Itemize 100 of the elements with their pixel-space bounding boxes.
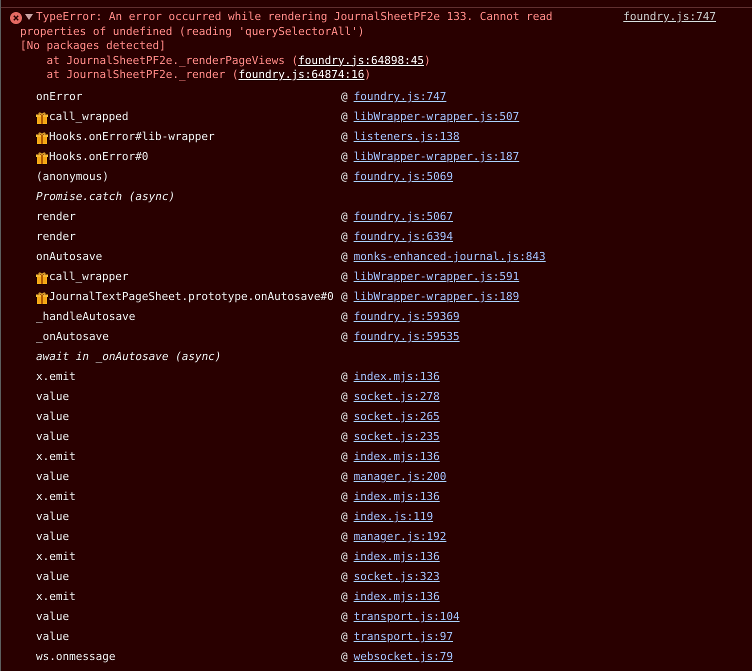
function-name: value bbox=[36, 409, 70, 426]
function-name: call_wrapper bbox=[49, 269, 128, 286]
source-link[interactable]: foundry.js:5067 bbox=[354, 209, 453, 226]
at-sign: @ bbox=[341, 509, 348, 526]
at-sign: @ bbox=[341, 129, 348, 146]
gift-icon bbox=[36, 152, 48, 164]
function-name: value bbox=[36, 629, 70, 646]
error-icon bbox=[10, 12, 22, 24]
error-message-line: properties of undefined (reading 'querySelectorAll') bbox=[20, 24, 366, 39]
function-name: value bbox=[36, 569, 70, 586]
stack-trace-text: ) bbox=[364, 68, 372, 82]
function-name: onError bbox=[36, 89, 82, 106]
source-link[interactable]: manager.js:200 bbox=[354, 469, 446, 486]
function-name: x.emit bbox=[36, 489, 76, 506]
gift-icon bbox=[36, 112, 48, 124]
function-name: _handleAutosave bbox=[36, 309, 136, 326]
at-sign: @ bbox=[341, 369, 348, 386]
source-link[interactable]: socket.js:323 bbox=[354, 569, 440, 586]
function-name: x.emit bbox=[36, 449, 76, 466]
source-link[interactable]: transport.js:104 bbox=[354, 609, 460, 626]
source-link[interactable]: index.mjs:136 bbox=[354, 489, 440, 506]
source-link[interactable]: listeners.js:138 bbox=[354, 129, 460, 146]
source-link[interactable]: libWrapper-wrapper.js:189 bbox=[354, 289, 520, 306]
at-sign: @ bbox=[341, 329, 348, 346]
source-link[interactable]: foundry.js:64874:16 bbox=[238, 68, 364, 82]
at-sign: @ bbox=[341, 409, 348, 426]
at-sign: @ bbox=[341, 289, 348, 306]
source-link[interactable]: foundry.js:747 bbox=[354, 89, 446, 106]
at-sign: @ bbox=[341, 629, 348, 646]
source-link[interactable]: manager.js:192 bbox=[354, 529, 446, 546]
function-name: call_wrapped bbox=[49, 109, 128, 126]
at-sign: @ bbox=[341, 529, 348, 546]
function-name: render bbox=[36, 229, 76, 246]
at-sign: @ bbox=[341, 89, 348, 106]
at-sign: @ bbox=[341, 449, 348, 466]
source-link[interactable]: foundry.js:64898:45 bbox=[298, 54, 424, 68]
source-link[interactable]: libWrapper-wrapper.js:507 bbox=[354, 109, 520, 126]
function-name: value bbox=[36, 469, 70, 486]
function-name: value bbox=[36, 609, 70, 626]
function-name: JournalTextPageSheet.prototype.onAutosave#0 bbox=[49, 289, 334, 306]
gift-icon bbox=[36, 292, 48, 304]
stack-trace-text: at JournalSheetPF2e._renderPageViews ( bbox=[45, 54, 298, 68]
source-link[interactable]: foundry.js:5069 bbox=[354, 169, 453, 186]
async-boundary-label: await in _onAutosave (async) bbox=[36, 349, 222, 366]
source-link[interactable]: foundry.js:6394 bbox=[354, 229, 453, 246]
at-sign: @ bbox=[341, 249, 348, 266]
at-sign: @ bbox=[341, 309, 348, 326]
source-link[interactable]: index.js:119 bbox=[354, 509, 434, 526]
function-name: render bbox=[36, 209, 76, 226]
at-sign: @ bbox=[341, 649, 348, 666]
source-link[interactable]: monks-enhanced-journal.js:843 bbox=[354, 249, 546, 266]
function-name: _onAutosave bbox=[36, 329, 109, 346]
at-sign: @ bbox=[341, 269, 348, 286]
error-message-line: TypeError: An error occurred while rendering JournalSheetPF2e 133. Cannot read bbox=[36, 10, 554, 24]
source-link[interactable]: socket.js:265 bbox=[354, 409, 440, 426]
stack-trace-text: at JournalSheetPF2e._render ( bbox=[45, 68, 239, 82]
source-link[interactable]: foundry.js:59369 bbox=[354, 309, 460, 326]
source-link[interactable]: libWrapper-wrapper.js:187 bbox=[354, 149, 520, 166]
at-sign: @ bbox=[341, 589, 348, 606]
function-name: Hooks.onError#0 bbox=[49, 149, 148, 166]
stack-trace-text: ) bbox=[424, 54, 431, 68]
at-sign: @ bbox=[341, 569, 348, 586]
at-sign: @ bbox=[341, 469, 348, 486]
function-name: value bbox=[36, 509, 70, 526]
source-link[interactable]: websocket.js:79 bbox=[354, 649, 453, 666]
function-name: Hooks.onError#lib-wrapper bbox=[49, 129, 215, 146]
async-boundary-label: Promise.catch (async) bbox=[36, 189, 176, 206]
gift-icon bbox=[36, 272, 48, 284]
at-sign: @ bbox=[341, 609, 348, 626]
at-sign: @ bbox=[341, 489, 348, 506]
function-name: value bbox=[36, 429, 70, 446]
at-sign: @ bbox=[341, 149, 348, 166]
at-sign: @ bbox=[341, 229, 348, 246]
error-message-line: [No packages detected] bbox=[20, 39, 167, 54]
at-sign: @ bbox=[341, 389, 348, 406]
source-link[interactable]: foundry.js:59535 bbox=[354, 329, 460, 346]
function-name: value bbox=[36, 389, 70, 406]
function-name: x.emit bbox=[36, 549, 76, 566]
source-link[interactable]: index.mjs:136 bbox=[354, 549, 440, 566]
source-link[interactable]: index.mjs:136 bbox=[354, 449, 440, 466]
source-link[interactable]: index.mjs:136 bbox=[354, 589, 440, 606]
at-sign: @ bbox=[341, 109, 348, 126]
function-name: ws.onmessage bbox=[36, 649, 116, 666]
function-name: x.emit bbox=[36, 369, 76, 386]
at-sign: @ bbox=[341, 169, 348, 186]
source-link[interactable]: socket.js:235 bbox=[354, 429, 440, 446]
source-link[interactable]: index.mjs:136 bbox=[354, 369, 440, 386]
gift-icon bbox=[36, 132, 48, 144]
function-name: onAutosave bbox=[36, 249, 102, 266]
function-name: (anonymous) bbox=[36, 169, 109, 186]
source-link[interactable]: foundry.js:747 bbox=[623, 10, 716, 82]
function-name: value bbox=[36, 529, 70, 546]
at-sign: @ bbox=[341, 209, 348, 226]
source-link[interactable]: socket.js:278 bbox=[354, 389, 440, 406]
source-link[interactable]: libWrapper-wrapper.js:591 bbox=[354, 269, 520, 286]
expand-triangle-icon[interactable] bbox=[25, 14, 33, 20]
function-name: x.emit bbox=[36, 589, 76, 606]
at-sign: @ bbox=[341, 549, 348, 566]
at-sign: @ bbox=[341, 429, 348, 446]
source-link[interactable]: transport.js:97 bbox=[354, 629, 453, 646]
